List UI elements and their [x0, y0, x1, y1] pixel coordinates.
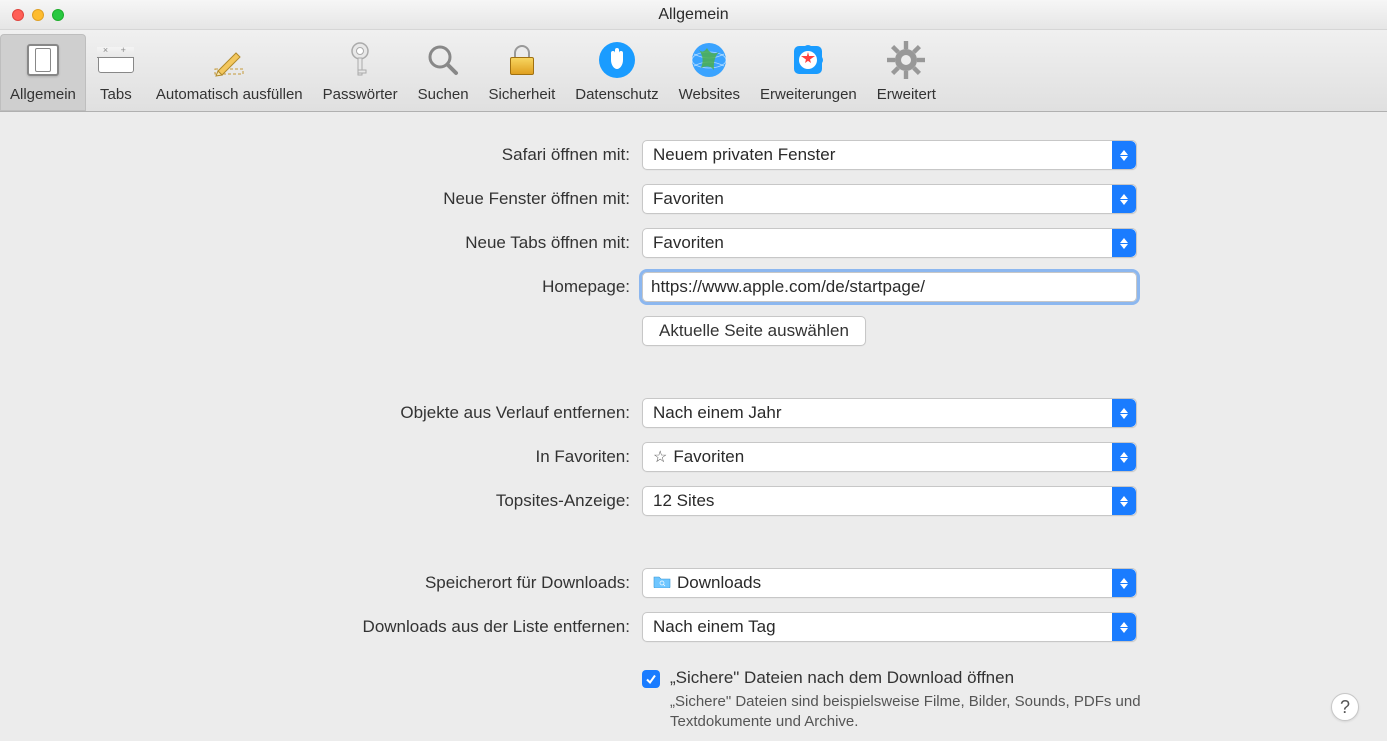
window-title: Allgemein	[0, 6, 1387, 24]
pencil-icon	[209, 40, 249, 80]
label-remove-downloads: Downloads aus der Liste entfernen:	[40, 617, 630, 637]
lock-icon	[502, 40, 542, 80]
set-current-page-button[interactable]: Aktuelle Seite auswählen	[642, 316, 866, 346]
select-safari-open-with[interactable]: Neuem privaten Fenster	[642, 140, 1137, 170]
chevron-up-down-icon	[1112, 399, 1136, 427]
tab-label: Allgemein	[10, 86, 76, 103]
select-remove-downloads[interactable]: Nach einem Tag	[642, 612, 1137, 642]
select-value: Nach einem Tag	[653, 617, 776, 637]
folder-icon	[653, 574, 671, 593]
tab-autofill[interactable]: Automatisch ausfüllen	[146, 34, 313, 111]
tabs-icon	[96, 40, 136, 80]
select-value: Favoriten	[653, 189, 724, 209]
select-value: Downloads	[677, 573, 761, 593]
tab-label: Tabs	[100, 86, 132, 103]
open-safe-files-checkbox[interactable]	[642, 670, 660, 688]
help-button[interactable]: ?	[1331, 693, 1359, 721]
tab-general[interactable]: Allgemein	[0, 34, 86, 111]
tab-tabs[interactable]: Tabs	[86, 34, 146, 111]
tab-search[interactable]: Suchen	[408, 34, 479, 111]
open-safe-files-label: „Sichere" Dateien nach dem Download öffn…	[670, 668, 1202, 688]
tab-label: Erweiterungen	[760, 86, 857, 103]
chevron-up-down-icon	[1112, 443, 1136, 471]
select-new-tabs[interactable]: Favoriten	[642, 228, 1137, 258]
label-in-favorites: In Favoriten:	[40, 447, 630, 467]
chevron-up-down-icon	[1112, 487, 1136, 515]
select-value: Neuem privaten Fenster	[653, 145, 835, 165]
label-safari-open-with: Safari öffnen mit:	[40, 145, 630, 165]
puzzle-icon	[788, 40, 828, 80]
select-value: 12 Sites	[653, 491, 714, 511]
general-icon	[23, 40, 63, 80]
tab-extensions[interactable]: Erweiterungen	[750, 34, 867, 111]
chevron-up-down-icon	[1112, 613, 1136, 641]
label-homepage: Homepage:	[40, 277, 630, 297]
tab-websites[interactable]: Websites	[669, 34, 750, 111]
key-icon	[340, 40, 380, 80]
tab-label: Automatisch ausfüllen	[156, 86, 303, 103]
star-icon: ☆	[653, 447, 667, 467]
tab-label: Sicherheit	[489, 86, 556, 103]
label-download-location: Speicherort für Downloads:	[40, 573, 630, 593]
globe-icon	[689, 40, 729, 80]
tab-label: Passwörter	[323, 86, 398, 103]
general-form: Safari öffnen mit: Neuem privaten Fenste…	[40, 140, 1347, 733]
select-topsites[interactable]: 12 Sites	[642, 486, 1137, 516]
tab-passwords[interactable]: Passwörter	[313, 34, 408, 111]
chevron-up-down-icon	[1112, 569, 1136, 597]
homepage-input[interactable]	[642, 272, 1137, 302]
select-new-windows[interactable]: Favoriten	[642, 184, 1137, 214]
open-safe-files-description: „Sichere" Dateien sind beispielsweise Fi…	[670, 692, 1202, 733]
label-remove-history: Objekte aus Verlauf entfernen:	[40, 403, 630, 423]
content-area: Safari öffnen mit: Neuem privaten Fenste…	[0, 112, 1387, 741]
tab-security[interactable]: Sicherheit	[479, 34, 566, 111]
preferences-window: Allgemein Allgemein Tabs Automatisch aus…	[0, 0, 1387, 741]
chevron-up-down-icon	[1112, 229, 1136, 257]
select-value: Favoriten	[673, 447, 744, 467]
select-download-location[interactable]: Downloads	[642, 568, 1137, 598]
tab-label: Suchen	[418, 86, 469, 103]
select-value: Favoriten	[653, 233, 724, 253]
hand-icon	[597, 40, 637, 80]
tab-label: Websites	[679, 86, 740, 103]
tab-privacy[interactable]: Datenschutz	[565, 34, 668, 111]
tab-label: Erweitert	[877, 86, 936, 103]
label-new-tabs: Neue Tabs öffnen mit:	[40, 233, 630, 253]
tab-label: Datenschutz	[575, 86, 658, 103]
select-in-favorites[interactable]: ☆ Favoriten	[642, 442, 1137, 472]
preferences-toolbar: Allgemein Tabs Automatisch ausfüllen Pas…	[0, 30, 1387, 112]
search-icon	[423, 40, 463, 80]
label-new-windows: Neue Fenster öffnen mit:	[40, 189, 630, 209]
chevron-up-down-icon	[1112, 141, 1136, 169]
chevron-up-down-icon	[1112, 185, 1136, 213]
select-value: Nach einem Jahr	[653, 403, 782, 423]
label-topsites: Topsites-Anzeige:	[40, 491, 630, 511]
select-remove-history[interactable]: Nach einem Jahr	[642, 398, 1137, 428]
tab-advanced[interactable]: Erweitert	[867, 34, 946, 111]
titlebar: Allgemein	[0, 0, 1387, 30]
gear-icon	[886, 40, 926, 80]
